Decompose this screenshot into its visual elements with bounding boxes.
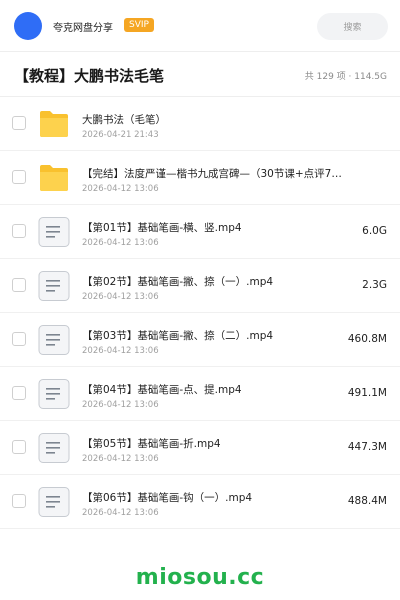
svip-badge: SVIP (124, 18, 154, 32)
file-name: 【第02节】基础笔画-撇、捺（一）.mp4 (82, 276, 274, 288)
file-date: 2026-04-12 13:06 (82, 292, 159, 302)
header: 夸克网盘分享 SVIP 搜索 (0, 0, 400, 52)
file-date: 2026-04-12 13:06 (82, 346, 159, 356)
file-row[interactable]: 【第04节】基础笔画-点、提.mp4 2026-04-12 13:06 491.1M (0, 367, 400, 421)
row-checkbox[interactable] (12, 332, 26, 346)
file-size: 6.0G (362, 225, 387, 237)
file-row[interactable]: 【第02节】基础笔画-撇、捺（一）.mp4 2026-04-12 13:06 2.3… (0, 259, 400, 313)
file-size: 488.4M (347, 495, 387, 507)
file-size: 447.3M (347, 441, 387, 453)
file-size: 2.3G (362, 279, 387, 291)
document-icon (38, 433, 70, 463)
file-size: 491.1M (347, 387, 387, 399)
document-icon (38, 487, 70, 517)
folder-icon (38, 163, 70, 193)
watermark: miosou.cc (135, 565, 265, 590)
file-row[interactable]: 【第05节】基础笔画-折.mp4 2026-04-12 13:06 447.3M (0, 421, 400, 475)
file-date: 2026-04-12 13:06 (82, 508, 159, 518)
row-checkbox[interactable] (12, 494, 26, 508)
share-summary: 共 129 项 · 114.5G (304, 72, 387, 82)
file-row[interactable]: 【第03节】基础笔画-撇、捺（二）.mp4 2026-04-12 13:06 460… (0, 313, 400, 367)
file-name: 【第01节】基础笔画-横、竖.mp4 (82, 222, 242, 234)
file-name: 大鹏书法（毛笔） (82, 114, 166, 126)
file-name: 【完结】法度严谨—楷书九成宫碑—（30节课+点评7… (82, 168, 342, 180)
title-row: 【教程】大鹏书法毛笔 共 129 项 · 114.5G (0, 53, 400, 97)
file-row[interactable]: 【第01节】基础笔画-横、竖.mp4 2026-04-12 13:06 6.0G (0, 205, 400, 259)
file-row[interactable]: 大鹏书法（毛笔） 2026-04-21 21:43 (0, 97, 400, 151)
app-name: 夸克网盘分享 (53, 23, 113, 34)
file-row[interactable]: 【第06节】基础笔画-钩（一）.mp4 2026-04-12 13:06 488.4… (0, 475, 400, 529)
file-date: 2026-04-12 13:06 (82, 454, 159, 464)
folder-icon (38, 109, 70, 139)
row-checkbox[interactable] (12, 386, 26, 400)
file-date: 2026-04-12 13:06 (82, 400, 159, 410)
avatar[interactable] (14, 12, 42, 40)
document-icon (38, 325, 70, 355)
row-checkbox[interactable] (12, 278, 26, 292)
row-checkbox[interactable] (12, 440, 26, 454)
document-icon (38, 379, 70, 409)
file-name: 【第03节】基础笔画-撇、捺（二）.mp4 (82, 330, 274, 342)
file-row[interactable]: 【完结】法度严谨—楷书九成宫碑—（30节课+点评7… 2026-04-12 13:… (0, 151, 400, 205)
row-checkbox[interactable] (12, 224, 26, 238)
file-name: 【第04节】基础笔画-点、提.mp4 (82, 384, 242, 396)
document-icon (38, 217, 70, 247)
file-date: 2026-04-12 13:06 (82, 238, 159, 248)
file-size: 460.8M (347, 333, 387, 345)
document-icon (38, 271, 70, 301)
file-name: 【第05节】基础笔画-折.mp4 (82, 438, 221, 450)
row-checkbox[interactable] (12, 116, 26, 130)
search-button[interactable]: 搜索 (317, 13, 388, 40)
file-date: 2026-04-12 13:06 (82, 184, 159, 194)
file-name: 【第06节】基础笔画-钩（一）.mp4 (82, 492, 253, 504)
file-date: 2026-04-21 21:43 (82, 130, 159, 140)
row-checkbox[interactable] (12, 170, 26, 184)
page-title: 【教程】大鹏书法毛笔 (14, 67, 165, 85)
file-list: 大鹏书法（毛笔） 2026-04-21 21:43 【完结】法度严谨—楷书九成宫碑—… (0, 97, 400, 529)
